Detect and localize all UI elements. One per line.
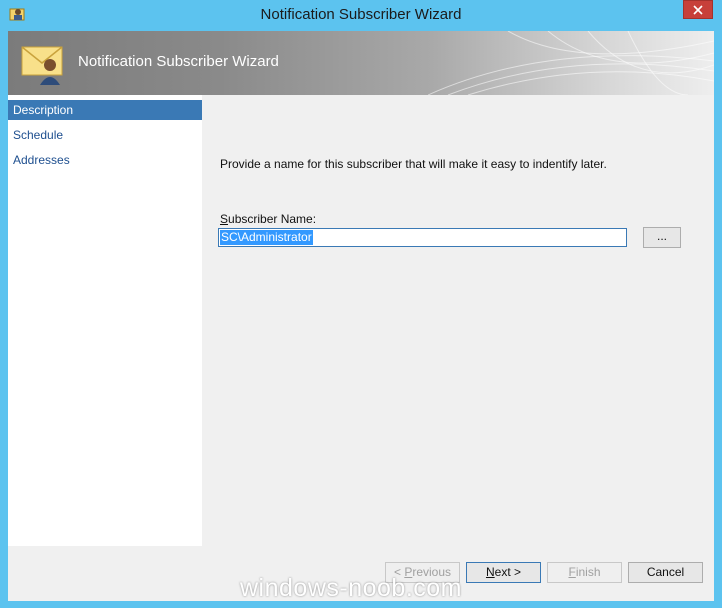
banner-decoration: [428, 31, 714, 95]
nav-item-schedule[interactable]: Schedule: [8, 125, 202, 145]
label-rest: ubscriber Name:: [228, 212, 317, 226]
wizard-body: Notification Subscriber Wizard Descripti…: [8, 31, 714, 601]
browse-button[interactable]: ...: [643, 227, 681, 248]
nav-item-description[interactable]: Description: [8, 100, 202, 120]
wizard-banner: Notification Subscriber Wizard: [8, 31, 714, 95]
finish-rest: inish: [575, 565, 601, 579]
label-mnemonic: S: [220, 212, 229, 226]
wizard-window: Notification Subscriber Wizard Notificat…: [0, 0, 722, 608]
wizard-steps-nav: Description Schedule Addresses: [8, 95, 202, 546]
instruction-text: Provide a name for this subscriber that …: [220, 157, 607, 171]
close-button[interactable]: [683, 0, 713, 19]
finish-mnemonic: F: [568, 565, 576, 579]
banner-title: Notification Subscriber Wizard: [78, 53, 279, 70]
close-icon: [693, 4, 703, 15]
envelope-user-icon: [20, 39, 68, 87]
subscriber-name-label: Subscriber Name:: [220, 212, 316, 226]
nav-item-addresses[interactable]: Addresses: [8, 150, 202, 170]
finish-button[interactable]: Finish: [547, 562, 622, 583]
next-button[interactable]: Next >: [466, 562, 541, 583]
cancel-button[interactable]: Cancel: [628, 562, 703, 583]
next-rest: ext >: [494, 565, 522, 579]
subscriber-name-value[interactable]: SC\Administrator: [220, 230, 313, 245]
wizard-content: Provide a name for this subscriber that …: [202, 95, 714, 546]
title-bar[interactable]: Notification Subscriber Wizard: [0, 0, 722, 31]
next-mnemonic: N: [485, 565, 495, 579]
watermark: windows-noob.com: [240, 574, 462, 602]
window-title: Notification Subscriber Wizard: [260, 6, 462, 23]
